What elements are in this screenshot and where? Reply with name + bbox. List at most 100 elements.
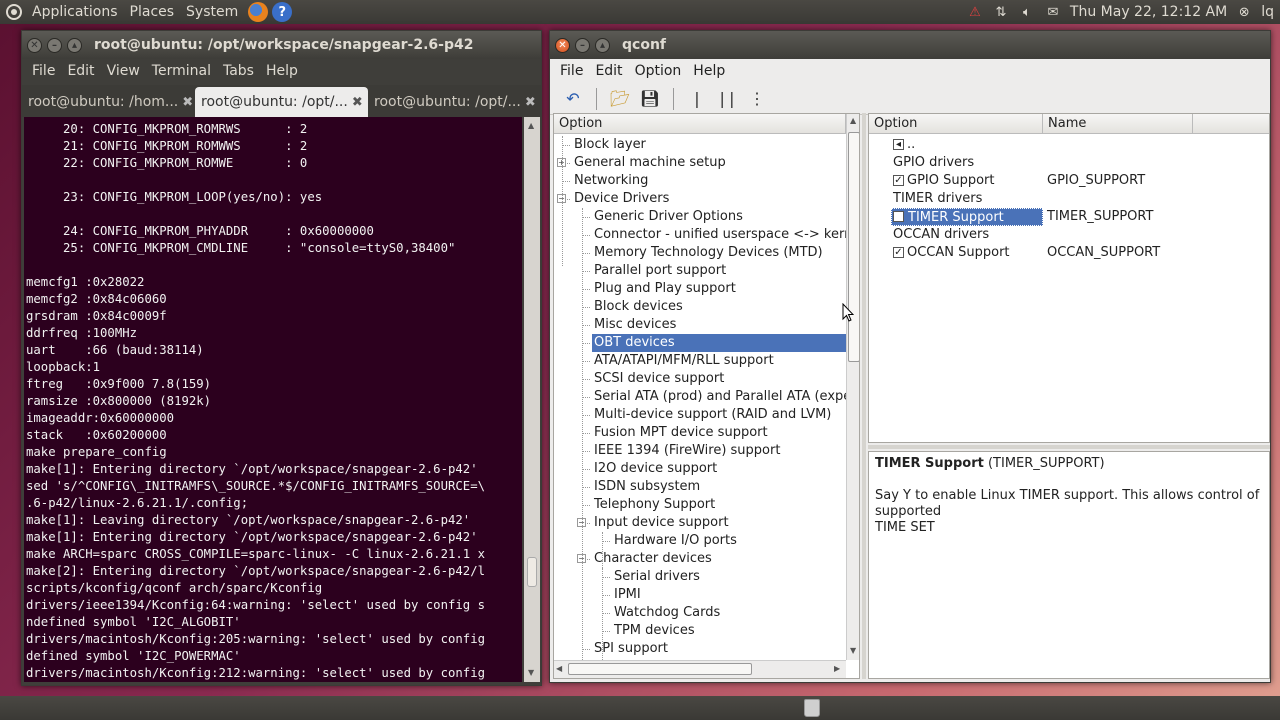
- tree-item[interactable]: SCSI device support: [592, 370, 724, 388]
- config-option-label[interactable]: ..: [907, 136, 915, 154]
- checkbox-unchecked[interactable]: [893, 211, 904, 222]
- tree-item[interactable]: Serial drivers: [612, 568, 700, 586]
- ubuntu-logo-icon[interactable]: [6, 4, 22, 20]
- menu-view[interactable]: View: [101, 63, 146, 79]
- tree-item[interactable]: Telephony Support: [592, 496, 715, 514]
- tree-item[interactable]: Hardware I/O ports: [612, 532, 737, 550]
- menu-file[interactable]: File: [26, 63, 61, 79]
- menu-terminal[interactable]: Terminal: [146, 63, 217, 79]
- terminal-tab-active[interactable]: root@ubuntu: /opt/... ✖: [195, 87, 368, 117]
- menu-edit[interactable]: Edit: [61, 63, 100, 79]
- scrollbar-thumb[interactable]: [848, 132, 859, 362]
- config-option-label[interactable]: GPIO drivers: [893, 154, 974, 172]
- tree-item[interactable]: ATA/ATAPI/MFM/RLL support: [592, 352, 774, 370]
- tree-item[interactable]: Generic Driver Options: [592, 208, 743, 226]
- option-column-header[interactable]: Option: [869, 114, 1043, 133]
- config-symbol-name[interactable]: TIMER_SUPPORT: [1047, 208, 1153, 226]
- menu-tabs[interactable]: Tabs: [217, 63, 260, 79]
- terminal-scrollbar[interactable]: ▲ ▼: [524, 117, 540, 682]
- tree-item[interactable]: General machine setup: [572, 154, 726, 172]
- tree-column-header[interactable]: Option: [554, 114, 859, 134]
- save-icon[interactable]: 💾︎: [637, 86, 663, 112]
- name-column-header[interactable]: Name: [1043, 114, 1193, 133]
- menu-help[interactable]: Help: [687, 63, 731, 79]
- close-icon[interactable]: ✖: [525, 95, 536, 110]
- scroll-down-icon[interactable]: ▼: [850, 646, 856, 655]
- firefox-icon[interactable]: [248, 2, 269, 22]
- user-switch-icon[interactable]: ⊗: [1235, 4, 1253, 20]
- checkbox-checked[interactable]: ✓: [893, 247, 904, 258]
- tree-item[interactable]: Multi-device support (RAID and LVM): [592, 406, 831, 424]
- maximize-icon[interactable]: ▴: [67, 37, 82, 53]
- warning-icon[interactable]: ⚠: [966, 4, 984, 20]
- pane-splitter[interactable]: [868, 445, 1270, 449]
- tree-item[interactable]: Fusion MPT device support: [592, 424, 768, 442]
- tree-item[interactable]: Memory Technology Devices (MTD): [592, 244, 823, 262]
- tree-item[interactable]: Parallel port support: [592, 262, 726, 280]
- clock[interactable]: Thu May 22, 12:12 AM: [1070, 4, 1227, 20]
- tree-horizontal-scrollbar[interactable]: ◀ ▶: [554, 660, 846, 678]
- tree-item[interactable]: TPM devices: [612, 622, 695, 640]
- pane-splitter[interactable]: [862, 113, 866, 679]
- open-folder-icon[interactable]: 📂︎: [607, 86, 633, 112]
- tree-item[interactable]: Plug and Play support: [592, 280, 736, 298]
- terminal-output[interactable]: 20: CONFIG_MKPROM_ROMRWS : 2 21: CONFIG_…: [24, 117, 522, 682]
- parent-menu-icon[interactable]: ◂: [893, 139, 904, 150]
- scrollbar-thumb[interactable]: [527, 557, 537, 587]
- config-option-label[interactable]: GPIO Support: [907, 172, 995, 190]
- tree-item[interactable]: I2O device support: [592, 460, 717, 478]
- tree-item[interactable]: Block layer: [572, 136, 646, 154]
- config-symbol-name[interactable]: GPIO_SUPPORT: [1047, 172, 1145, 190]
- back-icon[interactable]: ↶: [560, 86, 586, 112]
- mail-icon[interactable]: ✉: [1044, 4, 1062, 20]
- config-list[interactable]: Option Name ◂.. GPIO drivers ✓ GPIO Support…: [868, 113, 1270, 443]
- terminal-tab[interactable]: root@ubuntu: /hom... ✖: [22, 87, 195, 117]
- full-view-icon[interactable]: ⋮: [744, 86, 770, 112]
- config-option-label[interactable]: TIMER drivers: [893, 190, 982, 208]
- menu-edit[interactable]: Edit: [589, 63, 628, 79]
- tree-item[interactable]: Block devices: [592, 298, 683, 316]
- tree-item[interactable]: ISDN subsystem: [592, 478, 700, 496]
- applications-menu[interactable]: Applications: [26, 4, 124, 20]
- tree-item[interactable]: Watchdog Cards: [612, 604, 720, 622]
- scroll-up-icon[interactable]: ▲: [850, 116, 856, 125]
- single-view-icon[interactable]: |: [684, 86, 710, 112]
- scroll-right-icon[interactable]: ▶: [834, 664, 840, 673]
- menu-help[interactable]: Help: [260, 63, 304, 79]
- config-option-label[interactable]: OCCAN Support: [907, 244, 1010, 262]
- config-option-label[interactable]: TIMER Support: [891, 208, 1043, 226]
- volume-icon[interactable]: 🔈︎: [1018, 4, 1036, 20]
- tree-vertical-scrollbar[interactable]: ▲ ▼: [846, 114, 859, 660]
- system-menu[interactable]: System: [180, 4, 244, 20]
- close-icon[interactable]: ✖: [352, 95, 363, 110]
- tree-item[interactable]: Networking: [572, 172, 648, 190]
- qconf-titlebar[interactable]: ✕ – ▴ qconf: [550, 31, 1270, 59]
- tree-item[interactable]: IEEE 1394 (FireWire) support: [592, 442, 780, 460]
- terminal-tab[interactable]: root@ubuntu: /opt/... ✖: [368, 87, 541, 117]
- config-option-label[interactable]: OCCAN drivers: [893, 226, 989, 244]
- minimize-icon[interactable]: –: [47, 37, 62, 53]
- tree-item[interactable]: IPMI: [612, 586, 641, 604]
- close-icon[interactable]: ✕: [555, 37, 570, 53]
- minimize-icon[interactable]: –: [575, 37, 590, 53]
- scroll-down-icon[interactable]: ▼: [528, 668, 534, 677]
- option-column-header[interactable]: Option: [554, 114, 846, 133]
- tree-item[interactable]: Character devices: [592, 550, 712, 568]
- network-icon[interactable]: ⇅: [992, 4, 1010, 20]
- menu-file[interactable]: File: [554, 63, 589, 79]
- scrollbar-thumb[interactable]: [568, 663, 752, 675]
- menu-option[interactable]: Option: [629, 63, 688, 79]
- checkbox-checked[interactable]: ✓: [893, 175, 904, 186]
- trash-icon[interactable]: [804, 699, 820, 717]
- tree-item[interactable]: Connector - unified userspace <-> kernel: [592, 226, 859, 244]
- menu-tree[interactable]: Option Block layer General machine setup +…: [553, 113, 860, 679]
- split-view-icon[interactable]: ||: [714, 86, 740, 112]
- terminal-titlebar[interactable]: ✕ – ▴ root@ubuntu: /opt/workspace/snapge…: [22, 31, 541, 59]
- tree-item[interactable]: Misc devices: [592, 316, 676, 334]
- tree-item[interactable]: Input device support: [592, 514, 729, 532]
- tree-item[interactable]: Serial ATA (prod) and Parallel ATA (expe…: [592, 388, 859, 406]
- places-menu[interactable]: Places: [124, 4, 181, 20]
- tree-item[interactable]: SPI support: [592, 640, 668, 658]
- tree-item[interactable]: Device Drivers: [572, 190, 669, 208]
- close-icon[interactable]: ✖: [182, 95, 193, 110]
